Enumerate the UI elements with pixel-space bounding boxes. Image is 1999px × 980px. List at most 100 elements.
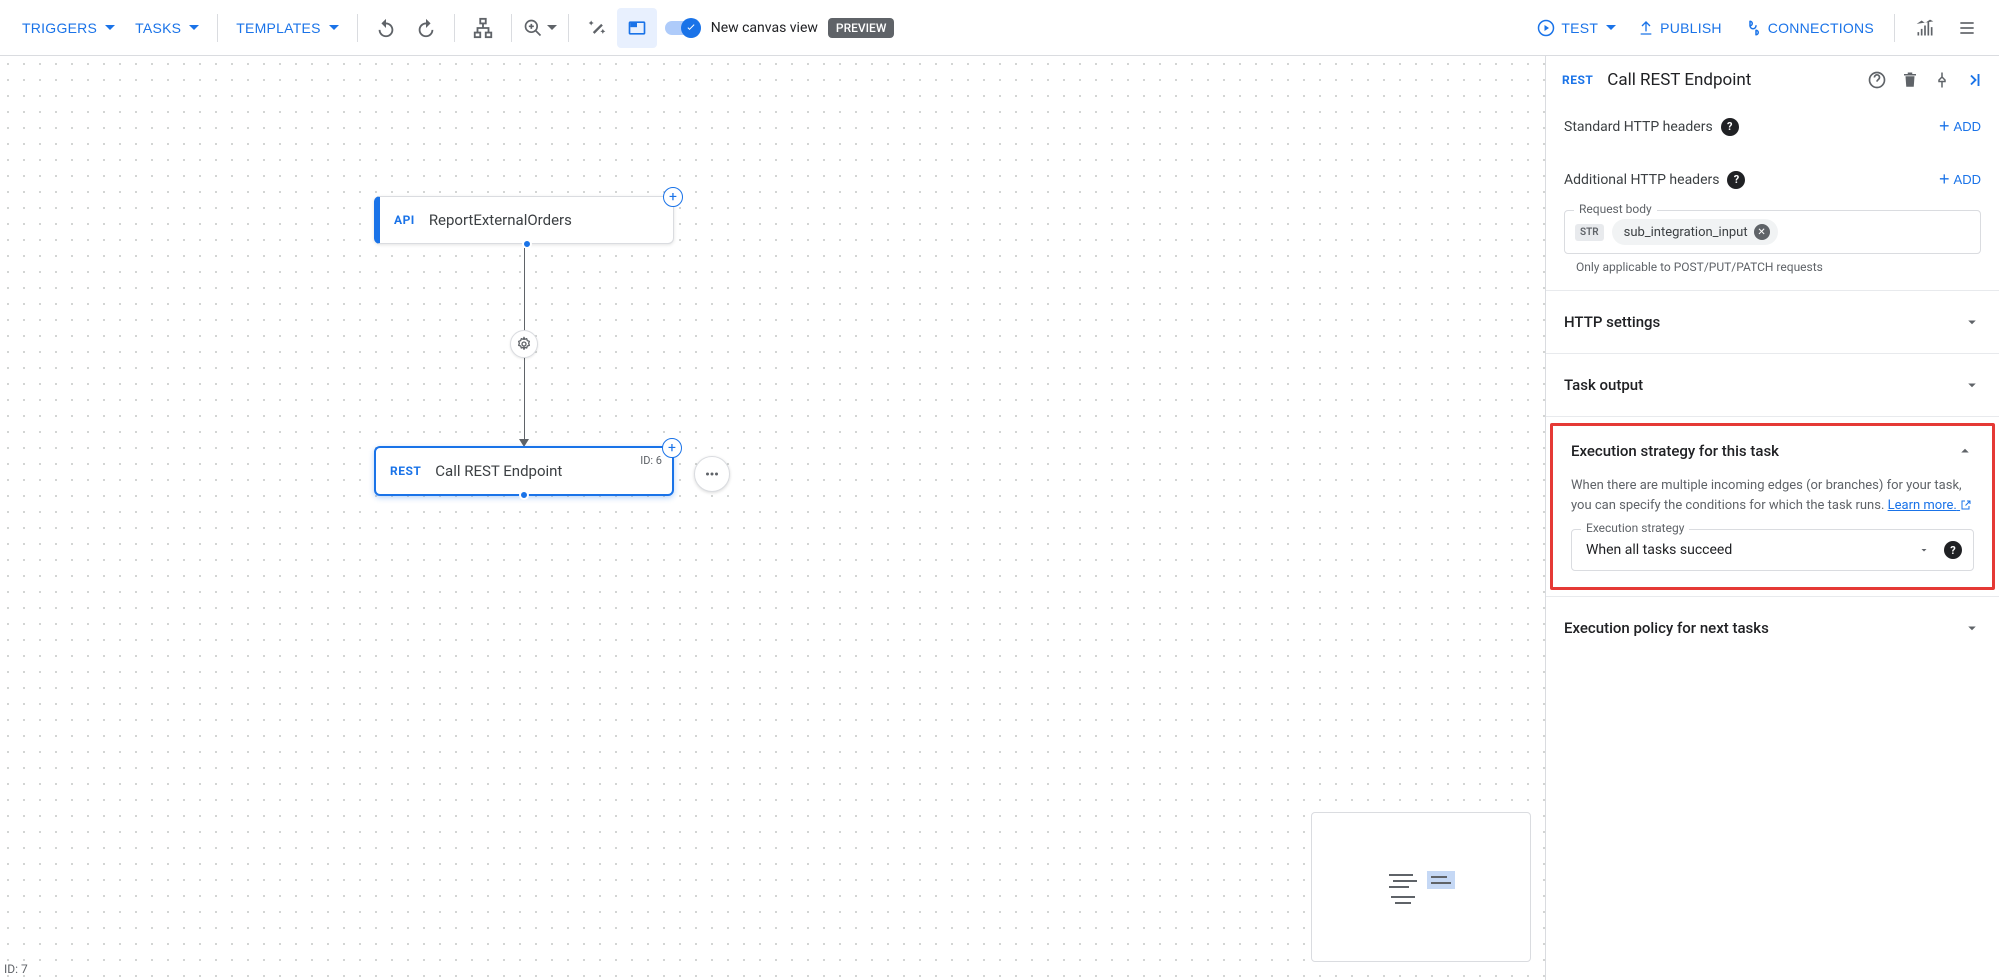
redo-icon [415, 17, 437, 39]
canvas-view-switch[interactable] [665, 18, 701, 38]
task-node-rest[interactable]: + REST Call REST Endpoint ID: 6 [374, 446, 674, 496]
node-more-button[interactable] [694, 456, 730, 492]
standard-headers-section: Standard HTTP headers ? + ADD [1546, 100, 1999, 153]
task-output-section[interactable]: Task output [1546, 360, 1999, 410]
exec-strategy-description: When there are multiple incoming edges (… [1553, 476, 1992, 515]
templates-menu[interactable]: TEMPLATES [226, 12, 348, 44]
node-add-button[interactable]: + [662, 438, 682, 458]
node-port[interactable] [519, 490, 529, 500]
publish-icon [1638, 20, 1654, 36]
minimap[interactable] [1311, 812, 1531, 962]
magic-button[interactable] [577, 8, 617, 48]
analytics-button[interactable] [1905, 8, 1945, 48]
menu-button[interactable] [1947, 8, 1987, 48]
add-addl-header-button[interactable]: + ADD [1939, 169, 1981, 190]
separator [454, 14, 455, 42]
undo-icon [375, 17, 397, 39]
minimap-icon [1381, 867, 1461, 907]
addl-headers-label: Additional HTTP headers [1564, 172, 1719, 188]
section-title: HTTP settings [1564, 313, 1660, 331]
tree-icon [472, 17, 494, 39]
std-headers-label: Standard HTTP headers [1564, 119, 1713, 135]
connections-label: CONNECTIONS [1768, 20, 1874, 36]
node-title: ReportExternalOrders [429, 211, 572, 229]
caret-down-icon [547, 25, 557, 31]
tasks-menu[interactable]: TASKS [125, 12, 209, 44]
caret-down-icon [189, 25, 199, 31]
exec-strategy-header[interactable]: Execution strategy for this task [1553, 426, 1992, 476]
chip-type-badge: STR [1575, 224, 1604, 241]
trash-icon [1901, 71, 1919, 89]
edge-settings-button[interactable] [510, 330, 538, 358]
request-body-help: Only applicable to POST/PUT/PATCH reques… [1564, 260, 1981, 274]
request-body-field: Request body STR sub_integration_input ✕ [1564, 210, 1981, 254]
gear-icon [516, 336, 532, 352]
panel-toggle-button[interactable] [617, 8, 657, 48]
triggers-menu[interactable]: TRIGGERS [12, 12, 125, 44]
exec-strategy-field: Execution strategy When all tasks succee… [1571, 529, 1974, 571]
test-button[interactable]: TEST [1527, 11, 1626, 45]
publish-button[interactable]: PUBLISH [1628, 12, 1732, 44]
separator [357, 14, 358, 42]
panel-badge: REST [1562, 73, 1593, 87]
templates-label: TEMPLATES [236, 20, 320, 36]
add-label: ADD [1954, 119, 1981, 134]
triggers-label: TRIGGERS [22, 20, 97, 36]
help-tooltip[interactable]: ? [1944, 541, 1962, 559]
caret-down-icon [1606, 25, 1616, 31]
additional-headers-section: Additional HTTP headers ? + ADD Request … [1546, 153, 1999, 284]
chip-remove-button[interactable]: ✕ [1754, 224, 1770, 240]
delete-button[interactable] [1901, 71, 1919, 89]
pin-button[interactable] [1933, 71, 1951, 89]
field-label: Request body [1574, 202, 1657, 216]
variable-chip[interactable]: sub_integration_input ✕ [1612, 219, 1778, 245]
canvas-footer-id: ID: 7 [4, 962, 28, 976]
help-tooltip[interactable]: ? [1721, 118, 1739, 136]
undo-button[interactable] [366, 8, 406, 48]
play-icon [1537, 19, 1555, 37]
plus-icon: + [1939, 169, 1950, 190]
exec-strategy-select[interactable]: When all tasks succeed [1571, 529, 1974, 571]
canvas-view-label: New canvas view [711, 20, 818, 36]
help-button[interactable] [1867, 70, 1887, 90]
canvas[interactable]: + API ReportExternalOrders + REST Call R… [0, 56, 1545, 980]
magic-wand-icon [587, 18, 607, 38]
help-tooltip[interactable]: ? [1727, 171, 1745, 189]
chevron-down-icon [1963, 313, 1981, 331]
add-label: ADD [1954, 172, 1981, 187]
divider [1546, 290, 1999, 291]
zoom-icon [523, 18, 543, 38]
panel-icon [627, 18, 647, 38]
chevron-up-icon [1956, 442, 1974, 460]
layout-button[interactable] [463, 8, 503, 48]
trigger-node[interactable]: + API ReportExternalOrders [374, 196, 674, 244]
separator [511, 14, 512, 42]
section-title: Task output [1564, 376, 1643, 394]
node-badge: REST [390, 464, 421, 478]
collapse-panel-button[interactable] [1965, 71, 1983, 89]
http-settings-section[interactable]: HTTP settings [1546, 297, 1999, 347]
section-title: Execution strategy for this task [1571, 442, 1779, 460]
field-label: Execution strategy [1581, 521, 1689, 535]
caret-down-icon [1918, 544, 1930, 556]
add-std-header-button[interactable]: + ADD [1939, 116, 1981, 137]
pin-icon [1933, 71, 1951, 89]
external-link-icon [1960, 499, 1972, 511]
node-port[interactable] [522, 239, 532, 249]
collapse-right-icon [1965, 71, 1983, 89]
node-add-button[interactable]: + [663, 187, 683, 207]
connections-button[interactable]: CONNECTIONS [1734, 11, 1884, 45]
zoom-button[interactable] [520, 8, 560, 48]
redo-button[interactable] [406, 8, 446, 48]
select-value: When all tasks succeed [1586, 542, 1732, 558]
learn-more-link[interactable]: Learn more. [1888, 498, 1972, 513]
node-badge: API [394, 213, 415, 227]
tasks-label: TASKS [135, 20, 181, 36]
node-title: Call REST Endpoint [435, 462, 562, 480]
exec-policy-section[interactable]: Execution policy for next tasks [1546, 603, 1999, 653]
panel-title: Call REST Endpoint [1607, 70, 1853, 90]
toolbar-right: TEST PUBLISH CONNECTIONS [1527, 8, 1987, 48]
separator [568, 14, 569, 42]
request-body-input[interactable]: STR sub_integration_input ✕ [1564, 210, 1981, 254]
canvas-view-toggle: New canvas view PREVIEW [665, 18, 895, 38]
